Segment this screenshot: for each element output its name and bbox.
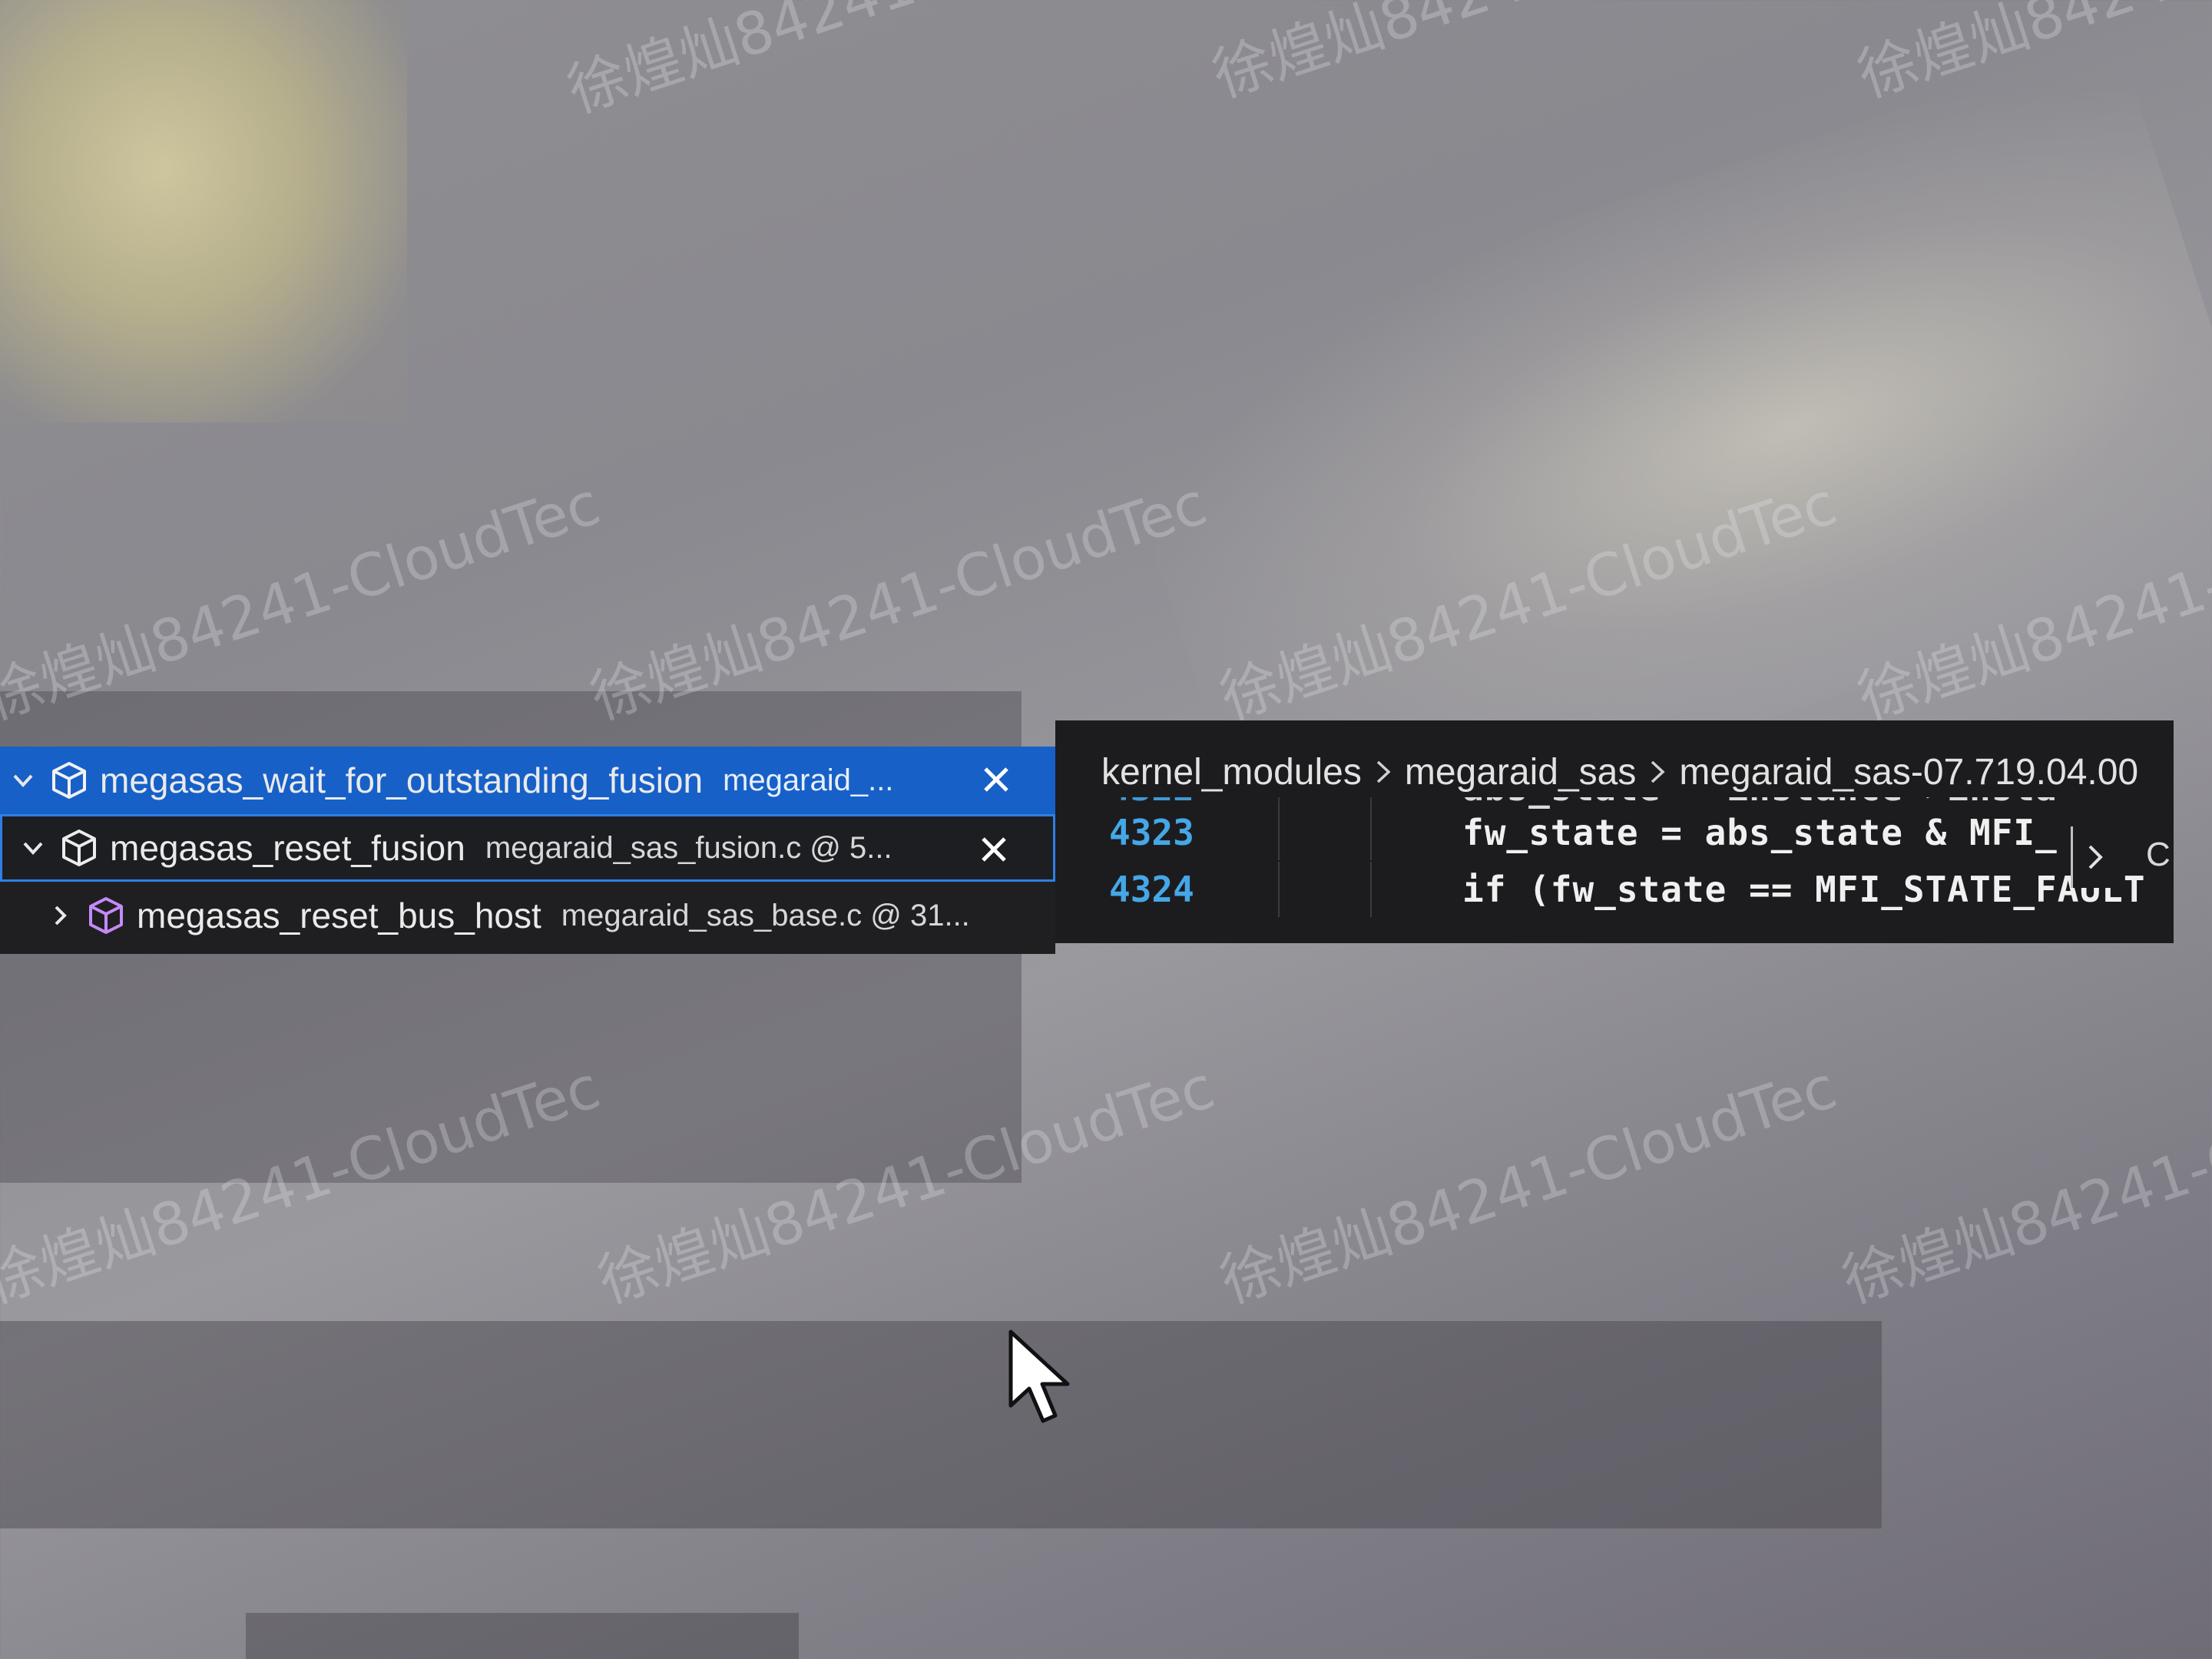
frame-location: megaraid_sas_base.c @ 31... xyxy=(561,898,970,932)
code-text: if (fw_state == MFI_STATE_FAULT xyxy=(1462,869,2146,910)
code-line: 4324 if (fw_state == MFI_STATE_FAULT xyxy=(1055,862,2174,917)
breadcrumb-item[interactable]: megaraid_sas xyxy=(1405,751,1637,793)
ghost-reflection xyxy=(246,1613,799,1659)
photo-glare xyxy=(0,0,407,422)
frame-function-name: megasas_wait_for_outstanding_fusion xyxy=(100,760,704,800)
call-stack-frame[interactable]: megasas_wait_for_outstanding_fusion mega… xyxy=(0,747,1055,814)
breadcrumb-item[interactable]: kernel_modules xyxy=(1101,751,1362,793)
chevron-right-icon[interactable] xyxy=(37,904,83,927)
indent-guide xyxy=(1370,862,1372,917)
find-widget-toggle[interactable] xyxy=(2071,826,2117,888)
call-stack-panel: megasas_wait_for_outstanding_fusion mega… xyxy=(0,747,1055,954)
code-text: fw_state = abs_state & MFI_ xyxy=(1462,812,2058,853)
watermark: 徐煌灿84241-CloudTec xyxy=(555,0,1192,128)
watermark: 徐煌灿84241-CloudTec xyxy=(1200,0,1837,113)
indent-guide xyxy=(1370,805,1372,860)
breadcrumb: kernel_modules megaraid_sas megaraid_sas… xyxy=(1101,745,2138,799)
indent-guide xyxy=(1278,805,1280,860)
find-widget-partial: C xyxy=(2146,836,2171,873)
method-cube-icon xyxy=(56,828,102,868)
breadcrumb-item[interactable]: megaraid_sas-07.719.04.00 xyxy=(1679,751,2138,793)
method-cube-icon xyxy=(83,896,129,935)
chevron-right-icon xyxy=(1374,758,1392,786)
close-icon[interactable] xyxy=(975,830,1013,869)
code-editor: kernel_modules megaraid_sas megaraid_sas… xyxy=(1055,720,2174,943)
indent-guide xyxy=(1278,862,1280,917)
frame-location: megaraid_... xyxy=(723,763,894,797)
chevron-right-icon xyxy=(1648,758,1667,786)
close-icon[interactable] xyxy=(977,760,1015,799)
call-stack-frame[interactable]: megasas_reset_fusion megaraid_sas_fusion… xyxy=(0,814,1055,882)
mouse-cursor-icon xyxy=(1006,1329,1083,1432)
code-area[interactable]: 4322 abs_state = instance->insta 4323 fw… xyxy=(1055,797,2174,943)
method-cube-icon xyxy=(46,760,92,800)
frame-function-name: megasas_reset_fusion xyxy=(110,828,465,868)
watermark: 徐煌灿84241-CloudTec xyxy=(1212,1052,1845,1316)
frame-location: megaraid_sas_fusion.c @ 5... xyxy=(485,830,892,865)
line-number: 4323 xyxy=(1109,812,1194,853)
watermark: 徐煌灿84241-CloudTec xyxy=(1834,1052,2212,1316)
call-stack-frame[interactable]: megasas_reset_bus_host megaraid_sas_base… xyxy=(0,882,1055,949)
ghost-reflection xyxy=(0,1321,1882,1528)
frame-function-name: megasas_reset_bus_host xyxy=(137,896,541,935)
chevron-down-icon[interactable] xyxy=(0,769,46,792)
code-line: 4323 fw_state = abs_state & MFI_ xyxy=(1055,805,2174,860)
chevron-down-icon[interactable] xyxy=(10,836,56,859)
line-number: 4324 xyxy=(1109,869,1194,910)
